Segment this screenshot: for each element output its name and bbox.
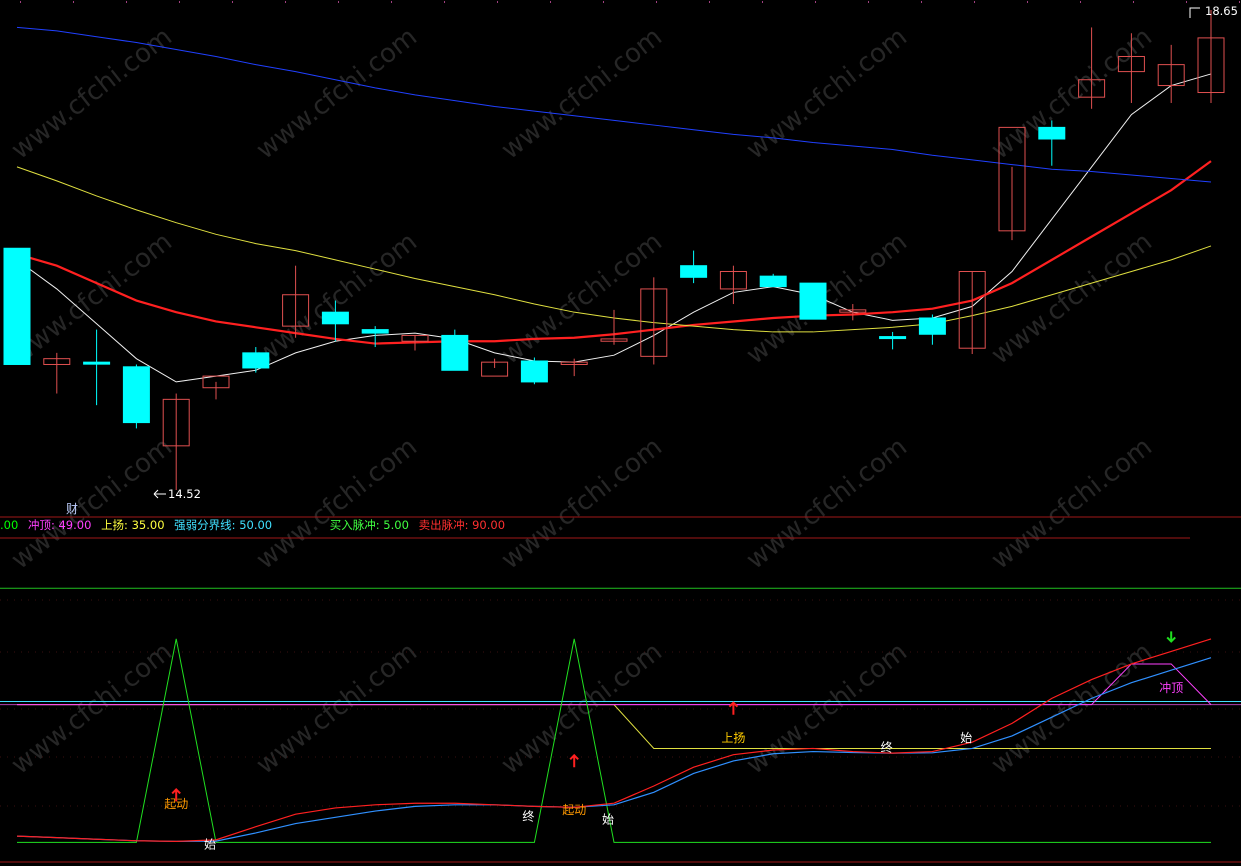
candle-body	[1038, 126, 1066, 140]
grid-dot	[762, 1, 763, 3]
indicator-annotation: 起动	[562, 803, 586, 817]
indicator-annotation: 始	[602, 813, 614, 827]
watermark: www.cfchi.com	[741, 227, 913, 371]
buy-arrow-icon	[728, 701, 739, 715]
indicator-annotation: 始	[960, 731, 972, 745]
grid-dot	[868, 1, 869, 3]
legend-item: 冲顶: 49.00	[27, 518, 92, 532]
watermark: www.cfchi.com	[986, 22, 1158, 166]
candle-body	[879, 336, 907, 340]
grid-dot	[603, 1, 604, 3]
grid-dot	[179, 1, 180, 3]
candle-body	[441, 334, 469, 371]
candle-body	[83, 361, 111, 365]
watermark: www.cfchi.com	[6, 227, 178, 371]
candle-body	[3, 247, 31, 365]
grid-dot	[338, 1, 339, 3]
grid-dot	[73, 1, 74, 3]
sell-arrow-icon	[1166, 631, 1176, 643]
grid-dot	[444, 1, 445, 3]
indicator-annotation: 冲顶	[1159, 680, 1183, 695]
ma-line-MA-yellow	[16, 166, 1212, 333]
watermark: www.cfchi.com	[986, 432, 1158, 576]
stock-chart: www.cfchi.com www.cfchi.com www.cfchi.com w…	[0, 1, 1241, 863]
candle-body	[321, 311, 349, 325]
grid-dot	[1027, 1, 1028, 3]
watermark: www.cfchi.com	[496, 432, 668, 576]
grid-dot	[1239, 1, 1240, 3]
indicator-annotation: 起动	[164, 797, 188, 811]
buy-arrow-icon	[569, 753, 579, 768]
candle-body	[122, 366, 150, 424]
high-price-label: 18.65	[1205, 4, 1238, 18]
indicator-annotation: 上扬	[721, 730, 745, 745]
grid-dot	[1133, 1, 1134, 3]
grid-dot	[550, 1, 551, 3]
candle-body	[242, 352, 270, 369]
indicator-annotation: 终	[881, 740, 893, 755]
grid-dot	[126, 1, 127, 3]
marker-text: 财	[66, 502, 79, 516]
low-price-label: 14.52	[168, 487, 201, 501]
grid-dot	[285, 1, 286, 3]
watermark: www.cfchi.com	[496, 22, 668, 166]
watermark: www.cfchi.com	[251, 227, 423, 371]
candle-body	[918, 317, 946, 335]
candle-body	[759, 275, 787, 288]
legend-item: 强弱分界线: 50.00	[174, 518, 273, 532]
grid-dot	[1080, 1, 1081, 3]
legend-item: 上扬: 35.00	[101, 518, 165, 532]
high-pointer	[1189, 7, 1200, 18]
watermark: www.cfchi.com	[741, 432, 913, 576]
grid-dot	[232, 1, 233, 3]
indicator-annotation: 终	[522, 808, 534, 823]
candle-body	[680, 265, 708, 278]
watermark: www.cfchi.com	[496, 227, 668, 371]
grid-dot	[974, 1, 975, 3]
low-pointer	[153, 489, 166, 499]
candle-body	[799, 282, 827, 320]
legend-item: 买入脉冲: 5.00	[329, 518, 409, 532]
grid-dot	[497, 1, 498, 3]
grid-dot	[815, 1, 816, 3]
grid-dot	[20, 1, 21, 3]
watermark: www.cfchi.com	[6, 432, 178, 576]
grid-dot	[656, 1, 657, 3]
watermark: www.cfchi.com	[251, 432, 423, 576]
indicator-annotation: 始	[204, 838, 216, 852]
candle-body	[520, 360, 548, 383]
grid-dot	[1186, 1, 1187, 3]
watermark: www.cfchi.com	[251, 22, 423, 166]
legend-item: 卖出脉冲: 90.00	[418, 518, 506, 532]
candle-body	[361, 329, 389, 334]
legend-item: .00	[0, 518, 19, 532]
grid-dot	[709, 1, 710, 3]
watermark: www.cfchi.com	[6, 22, 178, 166]
grid-dot	[391, 1, 392, 3]
grid-dot	[921, 1, 922, 3]
indicator-legend: .00 冲顶: 49.00 上扬: 35.00 强弱分界线: 50.00 买入脉…	[0, 517, 511, 535]
